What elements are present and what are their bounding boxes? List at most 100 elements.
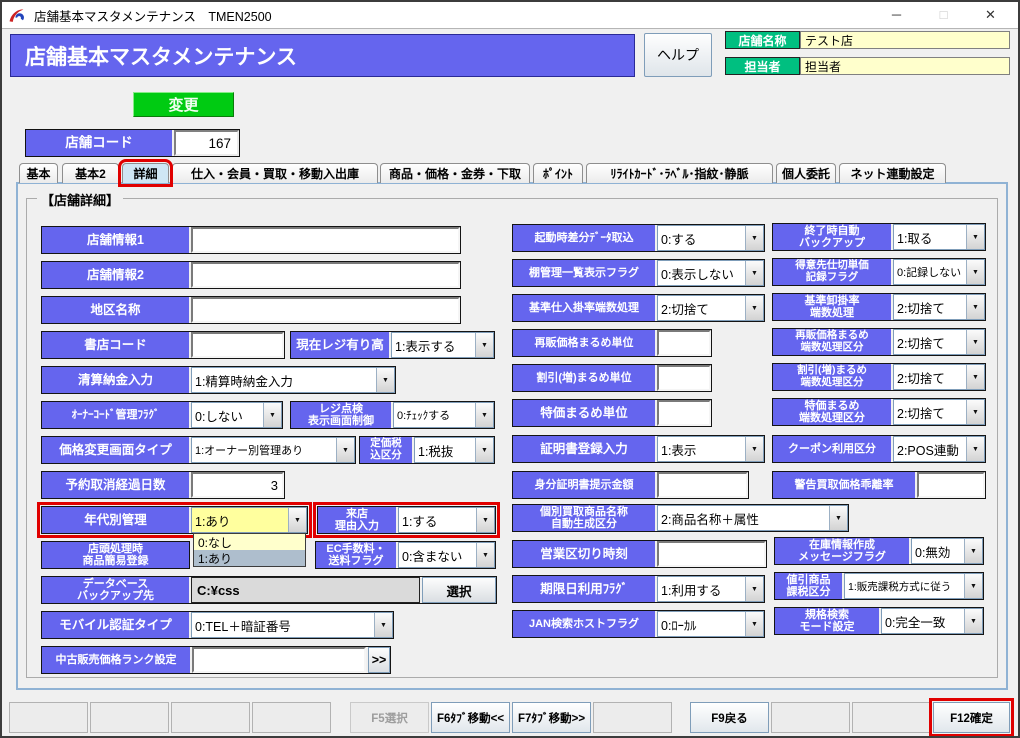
- special-round-div-select[interactable]: 2:切捨て ▼: [893, 399, 985, 425]
- field-store-info1: 店舗情報1: [41, 226, 461, 254]
- dropdown-arrow-icon[interactable]: ▼: [966, 295, 984, 319]
- f6-tab-prev-button[interactable]: F6ﾀﾌﾞ移動<<: [431, 702, 510, 733]
- tab-point[interactable]: ﾎﾟｲﾝﾄ: [533, 163, 583, 183]
- dropdown-arrow-icon[interactable]: ▼: [376, 368, 394, 392]
- store-code-value[interactable]: 167: [174, 130, 239, 156]
- dropdown-option-selected[interactable]: 1:あり: [194, 550, 305, 566]
- warn-dev-input[interactable]: [917, 472, 985, 498]
- dropdown-arrow-icon[interactable]: ▼: [964, 609, 982, 633]
- dropdown-arrow-icon[interactable]: ▼: [745, 612, 763, 636]
- list-tax-select[interactable]: 1:税抜 ▼: [414, 437, 494, 463]
- dropdown-arrow-icon[interactable]: ▼: [476, 508, 494, 532]
- dropdown-arrow-icon[interactable]: ▼: [745, 296, 763, 320]
- dropdown-arrow-icon[interactable]: ▼: [374, 613, 392, 637]
- stock-msg-select[interactable]: 0:無効 ▼: [911, 538, 983, 564]
- district-input[interactable]: [191, 297, 460, 323]
- shelf-flag-select[interactable]: 0:表示しない ▼: [657, 260, 764, 286]
- mode-change-button[interactable]: 変更: [133, 92, 234, 117]
- expiry-flag-label: 期限日利用ﾌﾗｸﾞ: [513, 576, 655, 602]
- db-backup-label: データベース バックアップ先: [42, 577, 189, 603]
- dropdown-arrow-icon[interactable]: ▼: [475, 403, 493, 427]
- warn-dev-label: 警告買取価格乖離率: [773, 472, 915, 498]
- register-check-select[interactable]: 0:ﾁｪｯｸする ▼: [393, 402, 494, 428]
- dropdown-arrow-icon[interactable]: ▼: [964, 539, 982, 563]
- dropdown-arrow-icon[interactable]: ▼: [966, 330, 984, 354]
- wholesale-round-select[interactable]: 2:切捨て ▼: [893, 294, 985, 320]
- resale-unit-input[interactable]: [657, 330, 711, 356]
- window-title: 店舗基本マスタメンテナンス TMEN2500: [34, 6, 272, 25]
- tab-basic2[interactable]: 基本2: [62, 163, 119, 183]
- store-info1-input[interactable]: [191, 227, 460, 253]
- bookstore-code-input[interactable]: [191, 332, 284, 358]
- dropdown-arrow-icon[interactable]: ▼: [476, 543, 494, 567]
- dropdown-option[interactable]: 0:なし: [194, 534, 305, 550]
- f9-back-button[interactable]: F9戻る: [690, 702, 769, 733]
- customer-price-rec-select[interactable]: 0:記録しない ▼: [893, 259, 985, 285]
- tab-product-price[interactable]: 商品・価格・金券・下取: [380, 163, 530, 183]
- selected-value: 0:TEL＋暗証番号: [192, 613, 374, 637]
- jan-host-select[interactable]: 0:ﾛｰｶﾙ ▼: [657, 611, 764, 637]
- dropdown-arrow-icon[interactable]: ▼: [336, 438, 354, 462]
- expiry-flag-select[interactable]: 1:利用する ▼: [657, 576, 764, 602]
- purchase-round-select[interactable]: 2:切捨て ▼: [657, 295, 764, 321]
- dropdown-arrow-icon[interactable]: ▼: [745, 226, 763, 250]
- dropdown-arrow-icon[interactable]: ▼: [475, 438, 493, 462]
- spec-search-select[interactable]: 0:完全一致 ▼: [881, 608, 983, 634]
- age-mgmt-select[interactable]: 1:あり ▼: [191, 507, 307, 533]
- id-amount-input[interactable]: [657, 472, 748, 498]
- register-cash-select[interactable]: 1:表示する ▼: [391, 332, 494, 358]
- tab-purchase-member[interactable]: 仕入・会員・買取・移動入出庫: [172, 163, 378, 183]
- mobile-auth-select[interactable]: 0:TEL＋暗証番号 ▼: [191, 612, 393, 638]
- dropdown-arrow-icon[interactable]: ▼: [288, 508, 306, 532]
- used-rank-input[interactable]: [192, 647, 366, 673]
- dropdown-arrow-icon[interactable]: ▼: [966, 437, 984, 461]
- price-change-label: 価格変更画面タイプ: [42, 437, 189, 463]
- tab-net-link[interactable]: ネット連動設定: [839, 163, 946, 183]
- buy-name-gen-select[interactable]: 2:商品名称＋属性 ▼: [657, 505, 848, 531]
- dropdown-arrow-icon[interactable]: ▼: [745, 577, 763, 601]
- tab-consignment[interactable]: 個人委託: [776, 163, 836, 183]
- startup-diff-select[interactable]: 0:する ▼: [657, 225, 764, 251]
- resale-round-div-select[interactable]: 2:切捨て ▼: [893, 329, 985, 355]
- discount-tax-select[interactable]: 1:販売課税方式に従う ▼: [844, 573, 983, 599]
- used-rank-expand-button[interactable]: >>: [368, 647, 390, 673]
- selected-value: 0:する: [658, 226, 745, 250]
- cert-input-select[interactable]: 1:表示 ▼: [657, 436, 764, 462]
- f7-tab-next-button[interactable]: F7ﾀﾌﾞ移動>>: [512, 702, 591, 733]
- special-unit-input[interactable]: [657, 400, 711, 426]
- staff-label: 担当者: [725, 57, 800, 75]
- dropdown-arrow-icon[interactable]: ▼: [475, 333, 493, 357]
- dropdown-arrow-icon[interactable]: ▼: [745, 437, 763, 461]
- dropdown-arrow-icon[interactable]: ▼: [966, 365, 984, 389]
- help-button[interactable]: ヘルプ: [644, 33, 712, 77]
- settlement-select[interactable]: 1:精算時納金入力 ▼: [191, 367, 395, 393]
- f5-select-button: F5選択: [350, 702, 429, 733]
- coupon-div-select[interactable]: 2:POS連動 ▼: [893, 436, 985, 462]
- db-backup-browse-button[interactable]: 選択: [422, 577, 496, 603]
- dropdown-arrow-icon[interactable]: ▼: [263, 403, 281, 427]
- close-button[interactable]: ✕: [967, 2, 1014, 27]
- dropdown-arrow-icon[interactable]: ▼: [964, 574, 982, 598]
- minimize-button[interactable]: ─: [873, 2, 920, 27]
- dropdown-arrow-icon[interactable]: ▼: [966, 225, 984, 249]
- store-info2-input[interactable]: [191, 262, 460, 288]
- price-change-select[interactable]: 1:オーナー別管理あり ▼: [191, 437, 355, 463]
- ec-fee-select[interactable]: 0:含まない ▼: [398, 542, 495, 568]
- dropdown-arrow-icon[interactable]: ▼: [966, 260, 984, 284]
- field-district-name: 地区名称: [41, 296, 461, 324]
- tab-detail[interactable]: 詳細: [122, 163, 169, 183]
- biz-cutoff-input[interactable]: [657, 541, 766, 567]
- f12-confirm-button[interactable]: F12確定: [933, 702, 1010, 733]
- owner-code-select[interactable]: 0:しない ▼: [191, 402, 282, 428]
- tab-rewrite-card[interactable]: ﾘﾗｲﾄｶｰﾄﾞ･ﾗﾍﾞﾙ･指紋･静脈: [586, 163, 773, 183]
- discount-round-div-select[interactable]: 2:切捨て ▼: [893, 364, 985, 390]
- resv-cancel-input[interactable]: 3: [191, 472, 284, 498]
- discount-unit-input[interactable]: [657, 365, 711, 391]
- tab-basic[interactable]: 基本: [19, 163, 58, 183]
- auto-backup-select[interactable]: 1:取る ▼: [893, 224, 985, 250]
- visit-reason-select[interactable]: 1:する ▼: [398, 507, 495, 533]
- dropdown-arrow-icon[interactable]: ▼: [966, 400, 984, 424]
- dropdown-arrow-icon[interactable]: ▼: [829, 506, 847, 530]
- db-backup-path[interactable]: C:¥css: [191, 577, 420, 603]
- dropdown-arrow-icon[interactable]: ▼: [745, 261, 763, 285]
